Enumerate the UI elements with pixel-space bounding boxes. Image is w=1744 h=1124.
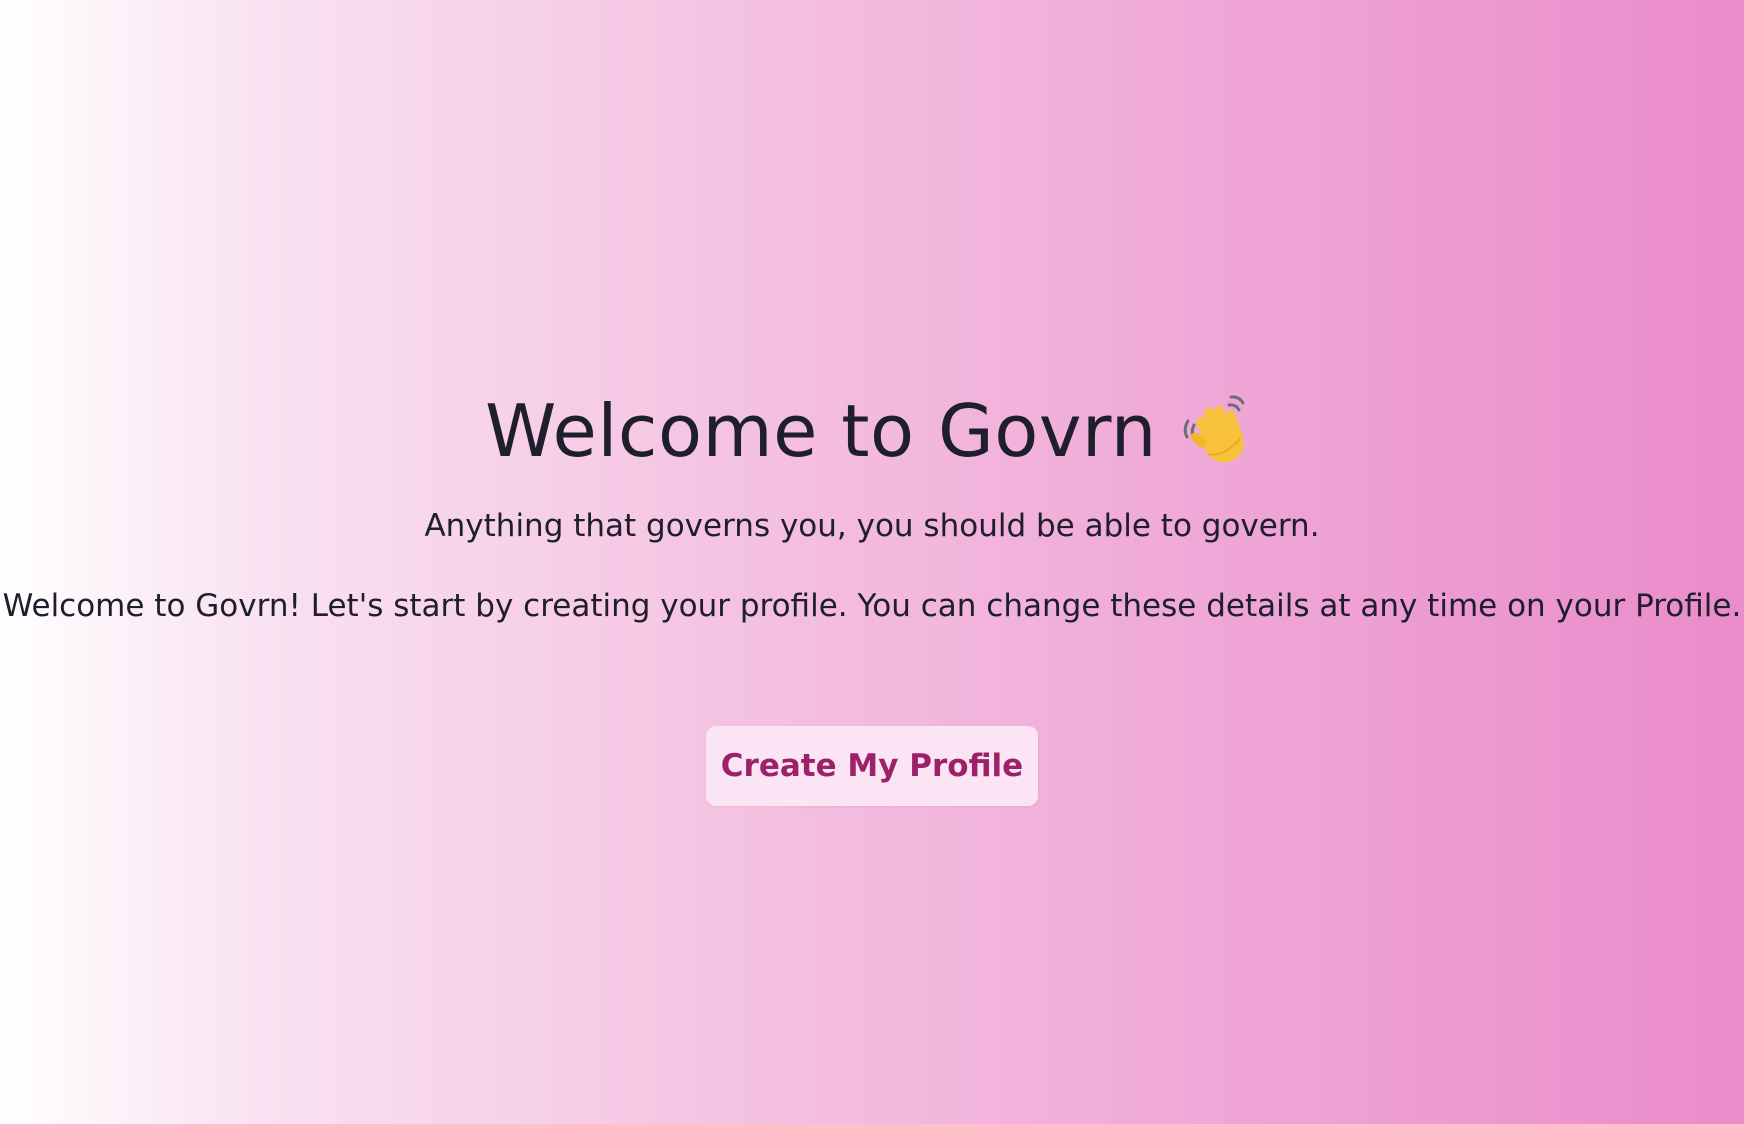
welcome-page: Welcome to Govrn Anything that governs y… xyxy=(0,0,1744,1124)
welcome-hero: Welcome to Govrn Anything that governs y… xyxy=(0,382,1744,806)
title-row: Welcome to Govrn xyxy=(0,382,1744,480)
intro-text: Welcome to Govrn! Let's start by creatin… xyxy=(2,588,1742,624)
tagline: Anything that governs you, you should be… xyxy=(424,508,1320,544)
page-title: Welcome to Govrn xyxy=(485,389,1157,473)
create-profile-button[interactable]: Create My Profile xyxy=(706,726,1038,806)
waving-hand-icon xyxy=(1179,391,1259,471)
cta-container: Create My Profile xyxy=(0,726,1744,806)
